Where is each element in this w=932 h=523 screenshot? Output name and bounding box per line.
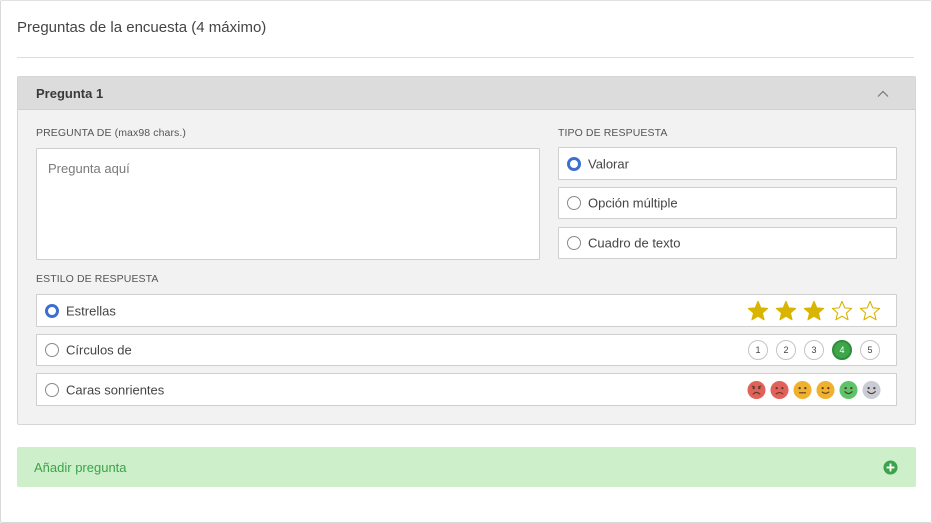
number-circle: 3 [804, 340, 824, 360]
very-happy-face-icon [862, 380, 881, 399]
response-style-stars[interactable]: Estrellas [36, 294, 897, 327]
survey-questions-card: Preguntas de la encuesta (4 máximo) Preg… [0, 0, 932, 523]
number-circle: 1 [748, 340, 768, 360]
radio-button[interactable] [45, 382, 59, 397]
response-type-rate[interactable]: Valorar [558, 147, 897, 180]
response-type-label: TIPO DE RESPUESTA [558, 127, 668, 139]
radio-button[interactable] [567, 236, 581, 250]
radio-button[interactable] [45, 343, 59, 357]
question-text-label: PREGUNTA DE (max98 chars.) [36, 127, 187, 139]
radio-button[interactable] [567, 156, 581, 171]
divider [17, 57, 914, 58]
option-label: Estrellas [66, 303, 116, 318]
faces-preview [743, 380, 881, 399]
option-label: Caras sonrientes [66, 382, 165, 397]
star-filled-icon [803, 300, 825, 320]
stars-preview [741, 300, 881, 322]
add-question-button[interactable]: Añadir pregunta [17, 447, 916, 487]
neutral-face-icon [793, 380, 812, 399]
option-label: Cuadro de texto [588, 235, 681, 251]
response-type-text-box[interactable]: Cuadro de texto [558, 227, 897, 259]
section-title: Preguntas de la encuesta (4 máximo) [17, 19, 267, 36]
response-style-faces[interactable]: Caras sonrientes [36, 373, 897, 406]
happy-face-icon [839, 380, 858, 399]
star-filled-icon [747, 300, 769, 320]
number-circle: 4 [832, 340, 852, 360]
radio-button[interactable] [45, 303, 59, 318]
response-type-multiple-choice[interactable]: Opción múltiple [558, 187, 897, 219]
circles-preview: 12345 [748, 340, 880, 360]
number-circle: 5 [860, 340, 880, 360]
option-label: Valorar [588, 156, 629, 171]
chevron-up-icon[interactable] [877, 88, 889, 100]
radio-button[interactable] [567, 196, 581, 210]
number-circle: 2 [776, 340, 796, 360]
slight-smile-face-icon [816, 380, 835, 399]
response-style-label: ESTILO DE RESPUESTA [36, 273, 159, 285]
add-question-label: Añadir pregunta [34, 460, 127, 475]
question-title: Pregunta 1 [36, 86, 104, 101]
very-sad-face-icon [747, 380, 766, 399]
plus-circle-icon[interactable] [883, 460, 898, 475]
option-label: Círculos de [66, 342, 132, 358]
question-text-input[interactable] [36, 148, 540, 260]
option-label: Opción múltiple [588, 195, 678, 211]
question-panel: Pregunta 1 PREGUNTA DE (max98 chars.) TI… [17, 76, 916, 425]
response-style-circles[interactable]: Círculos de 12345 [36, 334, 897, 366]
question-header[interactable]: Pregunta 1 [18, 77, 915, 110]
sad-face-icon [770, 380, 789, 399]
star-empty-icon [859, 300, 881, 320]
star-filled-icon [775, 300, 797, 320]
star-empty-icon [831, 300, 853, 320]
